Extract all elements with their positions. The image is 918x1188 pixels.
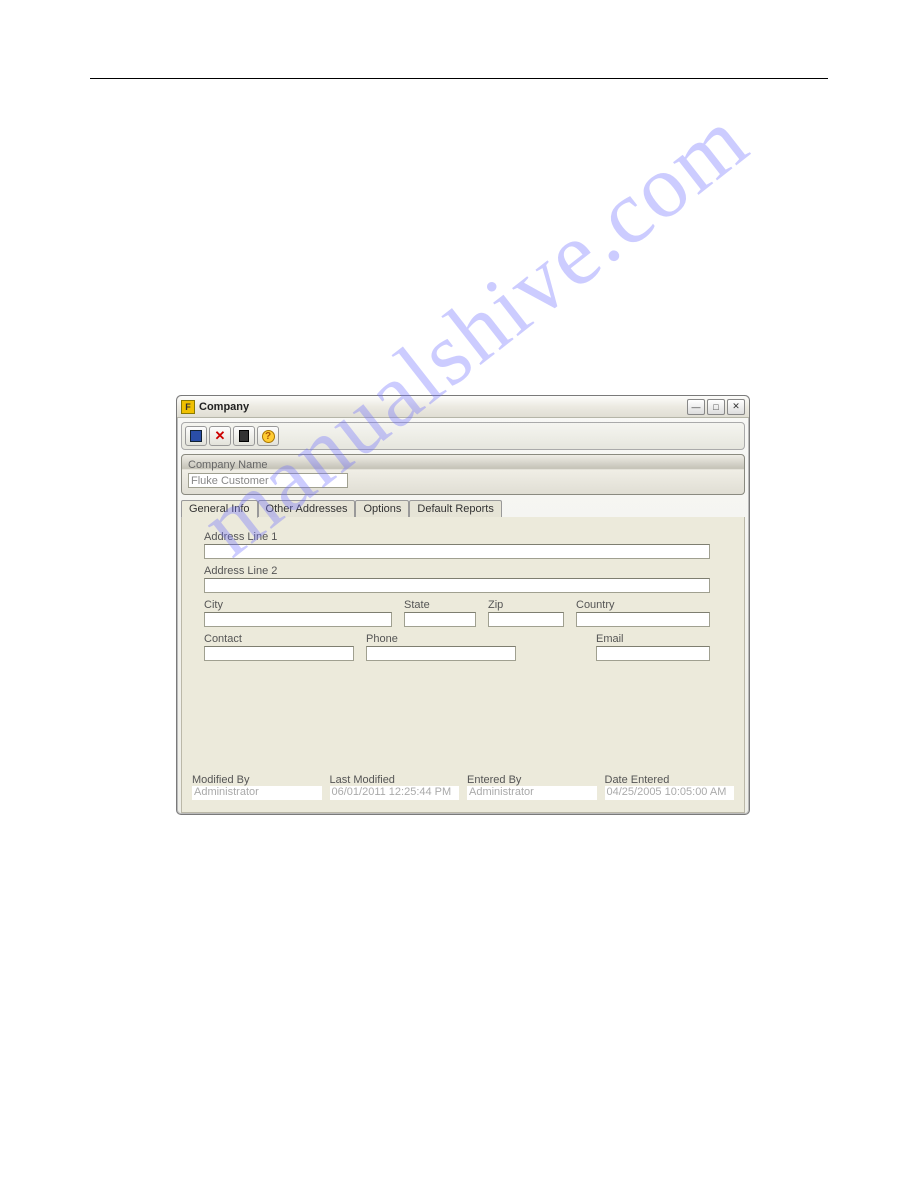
zip-label: Zip <box>488 599 564 611</box>
help-icon: ? <box>262 430 275 443</box>
phone-label: Phone <box>366 633 516 645</box>
tab-content: Address Line 1 Address Line 2 City State… <box>181 517 745 813</box>
entered-by-label: Entered By <box>467 774 597 786</box>
maximize-icon: □ <box>713 402 718 412</box>
tab-default-reports[interactable]: Default Reports <box>409 500 501 518</box>
zip-input[interactable] <box>488 612 564 627</box>
date-entered-value: 04/25/2005 10:05:00 AM <box>605 786 735 800</box>
calculator-icon <box>239 430 249 442</box>
delete-icon: ✕ <box>215 428 226 444</box>
contact-input[interactable] <box>204 646 354 661</box>
toolbar: ✕ ? <box>181 422 745 450</box>
city-label: City <box>204 599 392 611</box>
address2-label: Address Line 2 <box>204 565 726 577</box>
country-label: Country <box>576 599 710 611</box>
company-name-label: Company Name <box>188 459 267 471</box>
contact-label: Contact <box>204 633 354 645</box>
address2-input[interactable] <box>204 578 710 593</box>
email-label: Email <box>596 633 710 645</box>
close-icon: ✕ <box>732 401 740 412</box>
calculator-button[interactable] <box>233 426 255 446</box>
address1-label: Address Line 1 <box>204 531 726 543</box>
city-input[interactable] <box>204 612 392 627</box>
page-divider <box>90 78 828 79</box>
company-name-panel: Company Name <box>181 454 745 495</box>
titlebar[interactable]: F Company — □ ✕ <box>177 396 749 418</box>
tab-general-info[interactable]: General Info <box>181 500 258 518</box>
modified-by-value: Administrator <box>192 786 322 800</box>
close-button[interactable]: ✕ <box>727 399 745 415</box>
window-title: Company <box>199 401 249 413</box>
tab-options[interactable]: Options <box>355 500 409 518</box>
delete-button[interactable]: ✕ <box>209 426 231 446</box>
audit-footer: Modified By Administrator Last Modified … <box>188 774 738 800</box>
date-entered-label: Date Entered <box>605 774 735 786</box>
phone-input[interactable] <box>366 646 516 661</box>
entered-by-value: Administrator <box>467 786 597 800</box>
company-window: F Company — □ ✕ ✕ ? Company Name General… <box>176 395 750 815</box>
last-modified-value: 06/01/2011 12:25:44 PM <box>330 786 460 800</box>
save-button[interactable] <box>185 426 207 446</box>
tabstrip: General Info Other Addresses Options Def… <box>181 500 745 518</box>
modified-by-label: Modified By <box>192 774 322 786</box>
tab-other-addresses[interactable]: Other Addresses <box>258 500 356 518</box>
maximize-button[interactable]: □ <box>707 399 725 415</box>
address1-input[interactable] <box>204 544 710 559</box>
help-button[interactable]: ? <box>257 426 279 446</box>
minimize-button[interactable]: — <box>687 399 705 415</box>
last-modified-label: Last Modified <box>330 774 460 786</box>
minimize-icon: — <box>692 402 701 412</box>
app-icon: F <box>181 400 195 414</box>
country-input[interactable] <box>576 612 710 627</box>
save-icon <box>190 430 202 442</box>
state-input[interactable] <box>404 612 476 627</box>
company-name-input[interactable] <box>188 473 348 488</box>
state-label: State <box>404 599 476 611</box>
email-input[interactable] <box>596 646 710 661</box>
general-info-form: Address Line 1 Address Line 2 City State… <box>182 517 744 661</box>
